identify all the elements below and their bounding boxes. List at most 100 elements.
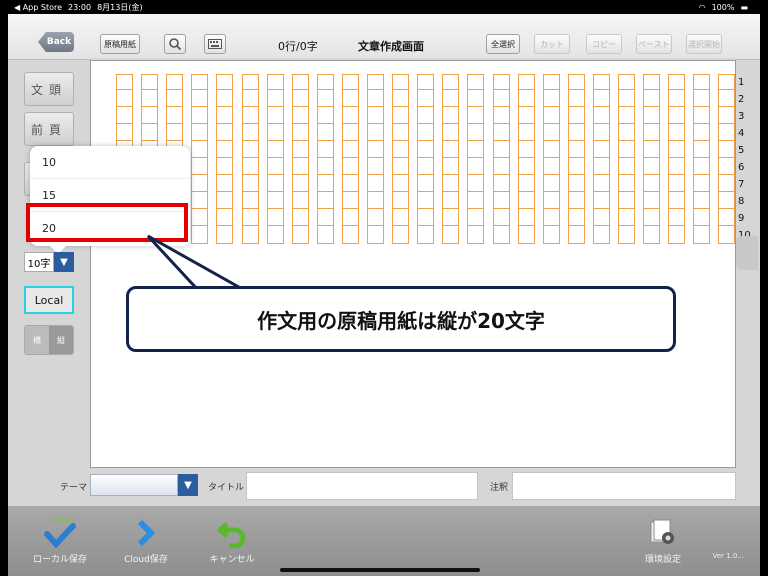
grid-cell[interactable] xyxy=(217,92,233,107)
grid-cell[interactable] xyxy=(418,194,434,209)
grid-cell[interactable] xyxy=(167,109,183,124)
grid-cell[interactable] xyxy=(317,109,333,124)
grid-cell[interactable] xyxy=(393,92,409,107)
grid-column[interactable] xyxy=(718,74,736,244)
theme-select[interactable]: ▼ xyxy=(90,474,198,496)
grid-column[interactable] xyxy=(517,74,535,244)
grid-column[interactable] xyxy=(191,74,209,244)
grid-cell[interactable] xyxy=(443,211,459,226)
grid-column[interactable] xyxy=(316,74,334,244)
grid-cell[interactable] xyxy=(518,228,534,243)
grid-cell[interactable] xyxy=(242,228,258,243)
grid-column[interactable] xyxy=(592,74,610,244)
grid-cell[interactable] xyxy=(568,194,584,209)
grid-cell[interactable] xyxy=(342,160,358,175)
grid-cell[interactable] xyxy=(543,109,559,124)
grid-cell[interactable] xyxy=(493,75,509,90)
grid-cell[interactable] xyxy=(242,160,258,175)
grid-cell[interactable] xyxy=(418,75,434,90)
grid-cell[interactable] xyxy=(167,92,183,107)
grid-cell[interactable] xyxy=(493,160,509,175)
grid-cell[interactable] xyxy=(694,211,710,226)
grid-cell[interactable] xyxy=(167,75,183,90)
select-all-button[interactable]: 全選択 xyxy=(486,34,520,54)
grid-cell[interactable] xyxy=(418,143,434,158)
grid-cell[interactable] xyxy=(619,126,634,141)
grid-cell[interactable] xyxy=(644,211,660,226)
grid-cell[interactable] xyxy=(593,160,609,175)
grid-cell[interactable] xyxy=(719,177,735,192)
grid-cell[interactable] xyxy=(217,160,233,175)
grid-cell[interactable] xyxy=(267,160,283,175)
grid-cell[interactable] xyxy=(518,160,534,175)
grid-cell[interactable] xyxy=(342,75,358,90)
grid-cell[interactable] xyxy=(493,194,509,209)
grid-cell[interactable] xyxy=(393,177,409,192)
note-input[interactable] xyxy=(512,472,736,500)
grid-cell[interactable] xyxy=(719,211,735,226)
grid-cell[interactable] xyxy=(669,92,685,107)
grid-cell[interactable] xyxy=(568,92,584,107)
grid-cell[interactable] xyxy=(593,109,609,124)
grid-cell[interactable] xyxy=(292,160,308,175)
settings-button[interactable]: 環境設定 xyxy=(638,516,688,565)
grid-cell[interactable] xyxy=(568,126,584,141)
grid-cell[interactable] xyxy=(342,177,358,192)
paste-button[interactable]: ペースト xyxy=(636,34,672,54)
grid-cell[interactable] xyxy=(493,109,509,124)
grid-cell[interactable] xyxy=(619,228,634,243)
grid-cell[interactable] xyxy=(292,126,308,141)
grid-cell[interactable] xyxy=(518,194,534,209)
grid-column[interactable] xyxy=(392,74,410,244)
grid-cell[interactable] xyxy=(393,126,409,141)
grid-cell[interactable] xyxy=(317,228,333,243)
grid-cell[interactable] xyxy=(543,211,559,226)
grid-column[interactable] xyxy=(567,74,585,244)
grid-cell[interactable] xyxy=(217,126,233,141)
grid-cell[interactable] xyxy=(242,143,258,158)
grid-cell[interactable] xyxy=(368,92,383,107)
back-button[interactable]: Back xyxy=(38,32,74,52)
grid-cell[interactable] xyxy=(342,194,358,209)
grid-cell[interactable] xyxy=(518,177,534,192)
grid-cell[interactable] xyxy=(468,143,484,158)
grid-cell[interactable] xyxy=(393,143,409,158)
grid-cell[interactable] xyxy=(644,160,660,175)
grid-cell[interactable] xyxy=(719,228,735,243)
cancel-button[interactable]: キャンセル xyxy=(202,516,262,565)
grid-cell[interactable] xyxy=(192,126,208,141)
grid-column[interactable] xyxy=(442,74,460,244)
grid-cell[interactable] xyxy=(317,92,333,107)
grid-column[interactable] xyxy=(618,74,635,244)
grid-cell[interactable] xyxy=(669,194,685,209)
grid-cell[interactable] xyxy=(644,177,660,192)
grid-cell[interactable] xyxy=(317,143,333,158)
grid-cell[interactable] xyxy=(368,194,383,209)
grid-column[interactable] xyxy=(542,74,560,244)
grid-cell[interactable] xyxy=(694,143,710,158)
grid-cell[interactable] xyxy=(619,143,634,158)
grid-cell[interactable] xyxy=(368,228,383,243)
grid-cell[interactable] xyxy=(669,126,685,141)
grid-cell[interactable] xyxy=(719,92,735,107)
grid-cell[interactable] xyxy=(493,177,509,192)
paper-button[interactable]: 原稿用紙 xyxy=(100,34,140,54)
grid-cell[interactable] xyxy=(493,126,509,141)
grid-cell[interactable] xyxy=(719,109,735,124)
grid-cell[interactable] xyxy=(543,160,559,175)
grid-cell[interactable] xyxy=(568,160,584,175)
grid-cell[interactable] xyxy=(443,228,459,243)
grid-cell[interactable] xyxy=(644,194,660,209)
grid-cell[interactable] xyxy=(393,109,409,124)
grid-cell[interactable] xyxy=(192,211,208,226)
grid-cell[interactable] xyxy=(694,177,710,192)
grid-cell[interactable] xyxy=(242,211,258,226)
grid-cell[interactable] xyxy=(217,194,233,209)
grid-cell[interactable] xyxy=(242,194,258,209)
grid-cell[interactable] xyxy=(292,109,308,124)
grid-cell[interactable] xyxy=(368,75,383,90)
grid-cell[interactable] xyxy=(518,126,534,141)
grid-cell[interactable] xyxy=(393,75,409,90)
grid-cell[interactable] xyxy=(167,126,183,141)
grid-cell[interactable] xyxy=(543,126,559,141)
